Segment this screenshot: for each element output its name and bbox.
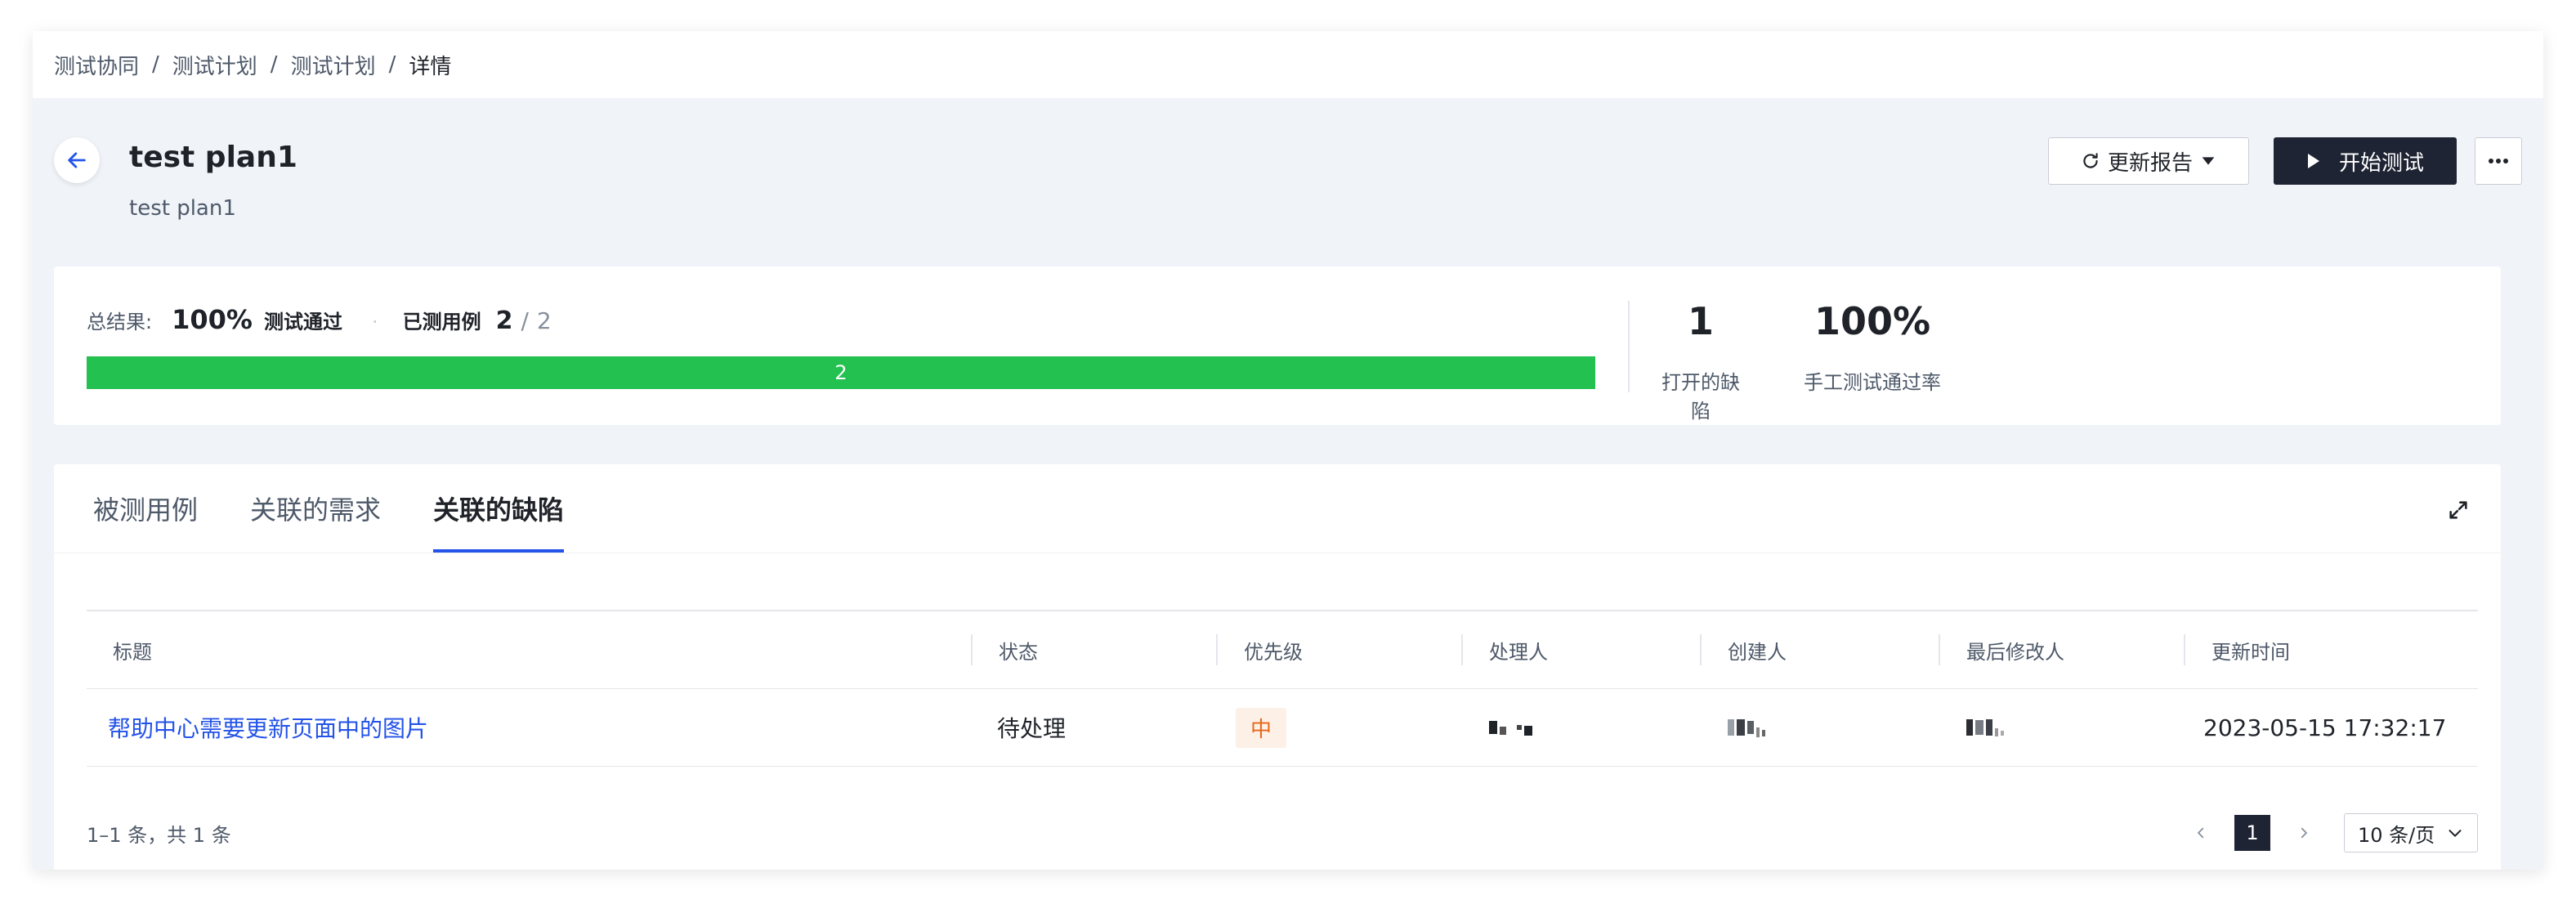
summary-result-line: 总结果: 100% 测试通过 · 已测用例 2 / 2 [87,304,552,335]
breadcrumb-separator: / [152,52,159,77]
expand-icon [2449,501,2467,519]
manual-pass-rate-value: 100% [1813,299,1931,343]
chevron-left-icon [2198,827,2204,839]
defects-table: 标题 状态 优先级 处理人 创建人 最后修改人 更新时间 帮助中心需要更新页面中… [87,610,2478,767]
table-footer: 1–1 条，共 1 条 1 10 条/页 [87,812,2478,853]
table-header: 标题 状态 优先级 处理人 创建人 最后修改人 更新时间 [87,610,2478,689]
breadcrumb-item-plan[interactable]: 测试计划 [291,50,376,80]
column-header-last-modifier: 最后修改人 [1966,640,2064,664]
assignee-avatar [1489,689,1532,766]
column-header-updated: 更新时间 [2212,640,2290,664]
column-header-creator: 创建人 [1728,640,1787,664]
column-separator [1939,634,1940,665]
page-number-current[interactable]: 1 [2234,815,2270,851]
progress-fill: 2 [87,356,1595,389]
play-icon [2307,154,2319,168]
app-frame: 测试协同 / 测试计划 / 测试计划 / 详情 test plan1 test … [33,31,2543,870]
pass-label: 测试通过 [263,311,342,333]
table-row[interactable]: 帮助中心需要更新页面中的图片 待处理 中 2023-05-15 17:32:17 [87,689,2478,767]
prev-page-button[interactable] [2184,816,2218,850]
breadcrumb-item-plans[interactable]: 测试计划 [172,50,257,80]
column-header-status: 状态 [999,640,1038,664]
cases-label: 已测用例 [402,311,481,333]
summary-card: 总结果: 100% 测试通过 · 已测用例 2 / 2 2 1 打开的缺陷 10… [54,266,2501,425]
update-report-button[interactable]: 更新报告 [2048,137,2249,185]
open-defects-stat: 1 打开的缺陷 [1652,299,1749,423]
page-title: test plan1 [129,141,297,174]
pass-percent: 100% [172,304,253,335]
defect-status: 待处理 [997,715,1067,742]
open-defects-value: 1 [1687,299,1714,343]
defect-priority-cell: 中 [1236,689,1287,766]
refresh-icon [2083,153,2098,168]
defect-title[interactable]: 帮助中心需要更新页面中的图片 [108,711,428,744]
caret-down-icon [2202,157,2215,165]
start-test-label: 开始测试 [2338,150,2424,176]
tab-bar: 被测用例 关联的需求 关联的缺陷 [93,464,565,553]
page-subtitle: test plan1 [129,196,236,221]
breadcrumb-separator: / [388,52,396,77]
page-size-select[interactable]: 10 条/页 [2344,813,2478,853]
cases-separator: / [521,307,529,334]
page-size-value: 10 条/页 [2358,823,2435,847]
pagination: 1 10 条/页 [2184,812,2478,853]
breadcrumb: 测试协同 / 测试计划 / 测试计划 / 详情 [33,31,2543,98]
result-label: 总结果: [87,311,153,333]
tab-tested-cases[interactable]: 被测用例 [93,464,198,553]
column-separator [2184,634,2185,665]
chevron-right-icon [2301,827,2307,839]
manual-pass-rate-stat: 100% 手工测试通过率 [1803,299,1942,395]
breadcrumb-item-collab[interactable]: 测试协同 [54,50,139,80]
defect-updated-time: 2023-05-15 17:32:17 [2203,714,2447,741]
open-defects-label: 打开的缺陷 [1661,371,1740,423]
tab-linked-defects[interactable]: 关联的缺陷 [433,464,565,553]
more-button[interactable] [2475,137,2522,185]
progress-bar: 2 [87,356,1595,389]
separator-dot: · [371,311,378,333]
back-button[interactable] [54,137,100,183]
start-test-button[interactable]: 开始测试 [2274,137,2457,185]
avatar [1728,718,1765,737]
expand-button[interactable] [2445,497,2471,523]
breadcrumb-item-current: 详情 [409,54,452,79]
arrow-left-icon [68,152,86,168]
cases-total: 2 [536,307,552,334]
column-header-title: 标题 [113,640,152,664]
chevron-down-icon [2449,830,2462,837]
column-separator [971,634,973,665]
cases-done: 2 [495,307,513,335]
tab-linked-requirements[interactable]: 关联的需求 [250,464,381,553]
column-header-assignee: 处理人 [1489,640,1548,664]
avatar [1489,719,1532,736]
plan-header: test plan1 test plan1 更新报告 开始测试 [54,137,2522,268]
defect-title-link[interactable]: 帮助中心需要更新页面中的图片 [108,689,428,766]
next-page-button[interactable] [2287,816,2321,850]
priority-badge: 中 [1236,707,1287,748]
column-separator [1461,634,1463,665]
column-header-priority: 优先级 [1244,640,1303,664]
manual-pass-rate-label: 手工测试通过率 [1804,371,1941,394]
column-separator [1216,634,1218,665]
divider [1628,301,1630,392]
last-modifier-avatar [1966,689,2004,766]
breadcrumb-separator: / [270,52,278,77]
pagination-total: 1–1 条，共 1 条 [87,823,231,847]
defects-panel: 被测用例 关联的需求 关联的缺陷 标题 状态 优先级 处理人 创建人 最后修改人… [54,464,2501,870]
creator-avatar [1728,689,1765,766]
column-separator [1700,634,1702,665]
update-report-label: 更新报告 [2107,150,2193,176]
more-icon [2489,159,2508,163]
avatar [1966,718,2004,736]
